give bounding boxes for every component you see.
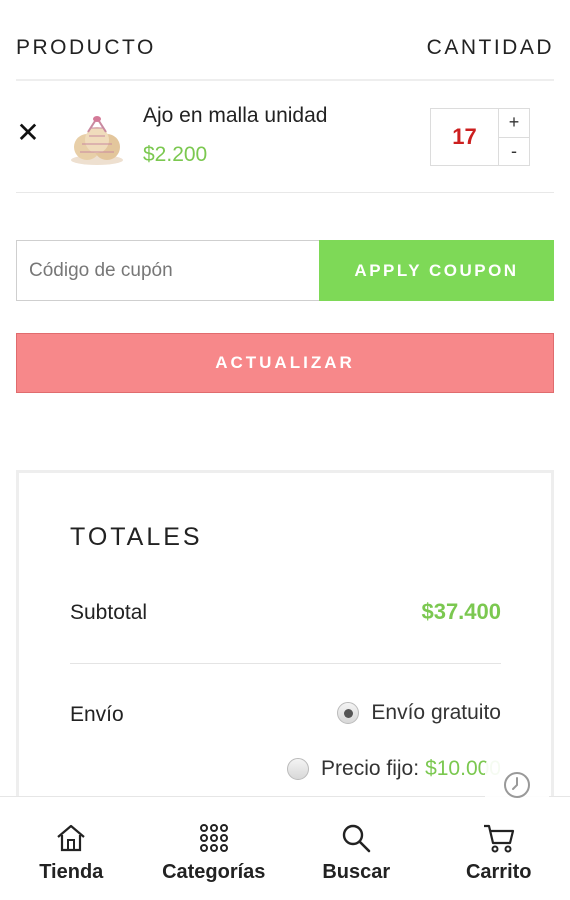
nav-item-buscar[interactable]: Buscar (285, 797, 428, 900)
search-icon (340, 821, 372, 855)
subtotal-value: $37.400 (421, 599, 501, 624)
shipping-flat-rate-label: Precio fijo: (321, 757, 420, 780)
cart-table-header: PRODUCTO CANTIDAD (16, 36, 554, 60)
clock-icon (504, 772, 530, 798)
product-name-link[interactable]: Ajo en malla unidad (143, 104, 327, 128)
totals-heading: TOTALES (70, 523, 203, 551)
grid-icon (198, 821, 230, 855)
product-column-header: PRODUCTO (16, 36, 156, 59)
subtotal-label: Subtotal (70, 601, 148, 624)
nav-label-tienda: Tienda (39, 861, 104, 883)
history-button[interactable] (485, 757, 549, 813)
item-divider (16, 192, 554, 193)
bottom-navigation: Tienda Categorías Buscar Carrito (0, 796, 570, 900)
shipping-label: Envío (70, 703, 124, 726)
apply-coupon-button[interactable]: APPLY COUPON (319, 240, 554, 301)
shipping-option-free[interactable]: Envío gratuito (337, 701, 501, 725)
quantity-decrement-button[interactable]: - (499, 138, 529, 166)
shipping-option-flat-rate[interactable]: Precio fijo: $10.000 (287, 757, 501, 781)
shipping-free-radio[interactable] (337, 702, 360, 724)
quantity-stepper: 17 + - (430, 108, 530, 166)
header-divider (16, 79, 554, 81)
home-icon (55, 821, 87, 855)
nav-item-tienda[interactable]: Tienda (0, 797, 143, 900)
shipping-free-label: Envío gratuito (371, 701, 501, 724)
coupon-code-input[interactable] (16, 240, 320, 301)
totals-divider (70, 663, 501, 664)
quantity-input[interactable]: 17 (431, 109, 499, 165)
cart-icon (482, 821, 516, 855)
nav-label-carrito: Carrito (465, 861, 532, 883)
remove-item-button[interactable]: ✕ (16, 119, 40, 147)
update-cart-button[interactable]: ACTUALIZAR (16, 333, 554, 393)
nav-label-buscar: Buscar (322, 861, 391, 883)
product-price: $2.200 (143, 143, 208, 166)
quantity-increment-button[interactable]: + (499, 109, 529, 138)
product-thumbnail[interactable] (68, 112, 126, 166)
shipping-flat-rate-radio[interactable] (287, 758, 310, 780)
nav-label-categorias: Categorías (162, 861, 266, 883)
nav-item-categorias[interactable]: Categorías (143, 797, 286, 900)
quantity-column-header: CANTIDAD (426, 36, 554, 59)
